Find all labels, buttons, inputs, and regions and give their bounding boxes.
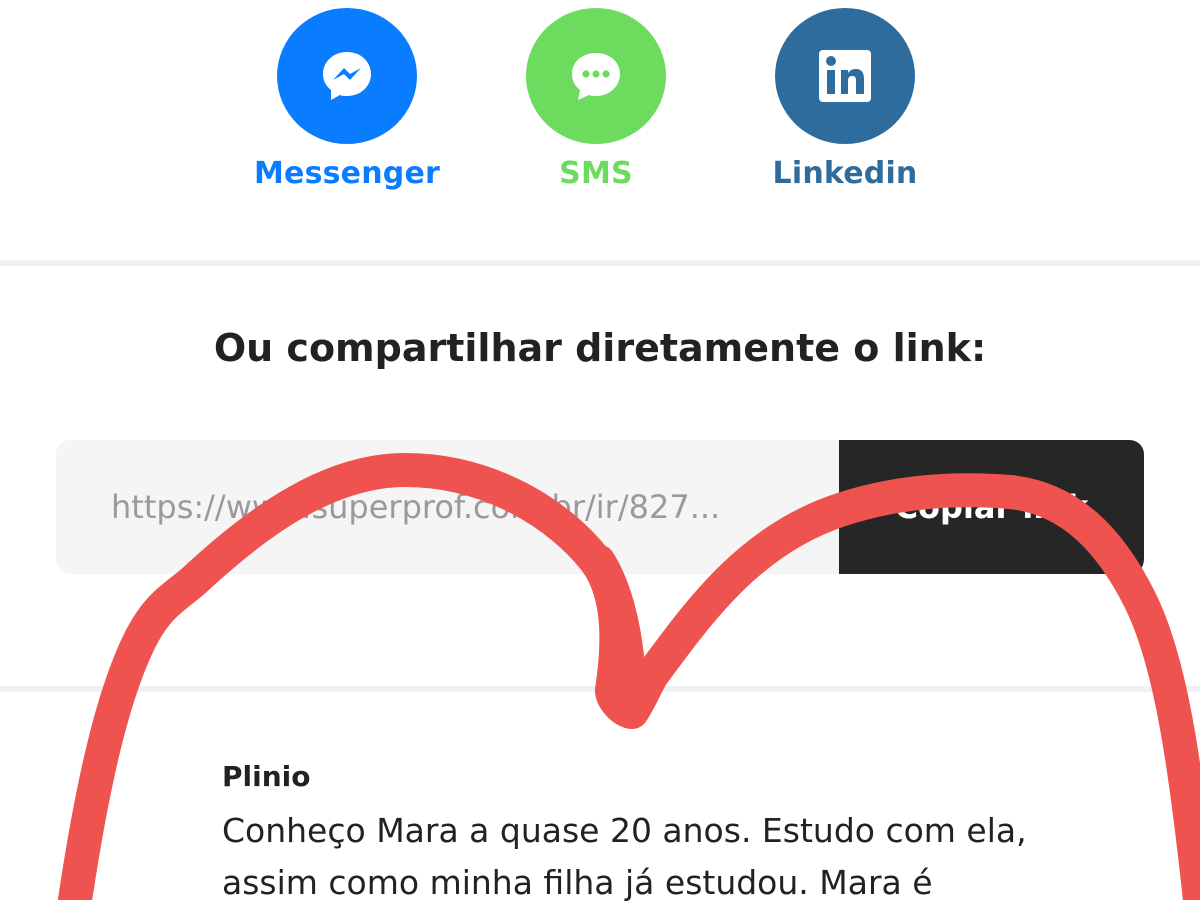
share-linkedin-button[interactable]: Linkedin <box>720 0 970 262</box>
share-link-input[interactable] <box>56 440 839 574</box>
copy-link-button[interactable]: Copiar link <box>839 440 1144 574</box>
messenger-icon <box>323 52 371 100</box>
share-messenger-button[interactable]: Messenger <box>222 0 472 262</box>
share-link-heading: Ou compartilhar diretamente o link: <box>213 326 987 370</box>
sms-chat-icon <box>572 53 620 100</box>
messenger-circle <box>277 8 417 144</box>
testimonial-text: Conheço Mara a quase 20 anos. Estudo com… <box>222 811 1027 902</box>
section-divider <box>0 686 1200 692</box>
share-sms-button[interactable]: SMS <box>471 0 721 262</box>
share-sms-label: SMS <box>559 156 633 191</box>
share-linkedin-label: Linkedin <box>772 156 918 191</box>
section-divider <box>0 260 1200 266</box>
share-link-box: Copiar link <box>56 440 1144 574</box>
linkedin-circle <box>775 8 915 144</box>
sms-circle <box>526 8 666 144</box>
linkedin-icon <box>819 50 871 102</box>
share-options-row: Messenger SMS Linkedin <box>0 0 1200 262</box>
testimonial-author: Plinio <box>222 760 311 793</box>
testimonial: Plinio Conheço Mara a quase 20 anos. Est… <box>222 760 1122 909</box>
share-messenger-label: Messenger <box>253 156 441 191</box>
